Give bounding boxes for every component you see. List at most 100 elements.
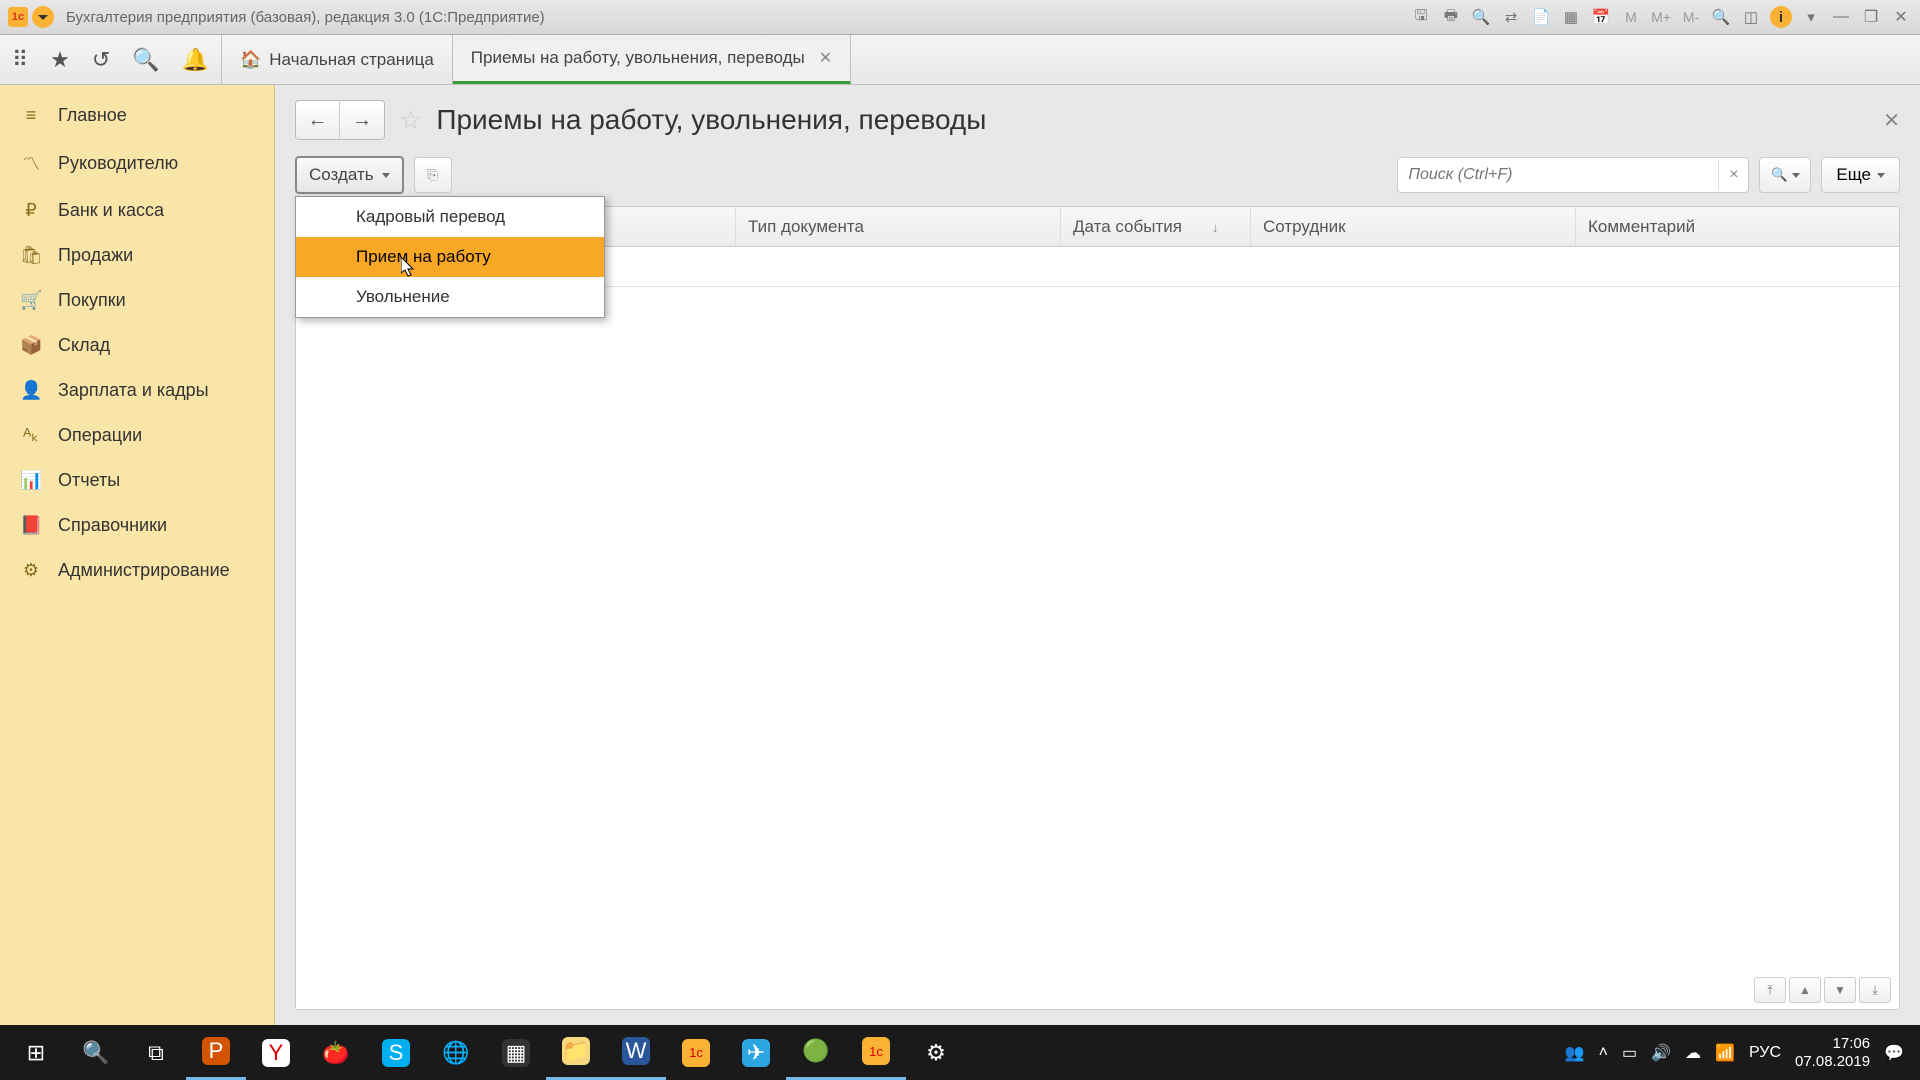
sidebar-item-bank[interactable]: ₽ Банк и касса [0,188,274,233]
dropdown-item-transfer[interactable]: Кадровый перевод [296,197,604,237]
sidebar-item-label: Справочники [58,515,167,536]
taskview-icon[interactable]: ⧉ [126,1025,186,1080]
table-nav-up[interactable]: ▲ [1789,977,1821,1003]
main-content: ← → ☆ Приемы на работу, увольнения, пере… [275,85,1920,1025]
taskbar-app-explorer[interactable]: 📁 [546,1025,606,1080]
taskbar-app-tomato[interactable]: 🍅 [306,1025,366,1080]
create-button[interactable]: Создать [295,156,404,194]
sidebar-item-label: Операции [58,425,142,446]
tray-language[interactable]: РУС [1749,1044,1781,1062]
calendar-icon[interactable]: ▦ [1560,6,1582,28]
taskbar-app-word[interactable]: W [606,1025,666,1080]
compare-icon[interactable]: ⇄ [1500,6,1522,28]
nav-back-button[interactable]: ← [296,101,340,139]
sidebar-item-directories[interactable]: 📕Справочники [0,503,274,548]
ruble-icon: ₽ [20,200,42,221]
taskbar-app-yandex[interactable]: Y [246,1025,306,1080]
taskbar-app-telegram[interactable]: ✈ [726,1025,786,1080]
date-icon[interactable]: 📅 [1590,6,1612,28]
tray-people-icon[interactable]: 👥 [1565,1043,1585,1063]
taskbar-app-skype[interactable]: S [366,1025,426,1080]
nav-forward-button[interactable]: → [340,101,384,139]
data-table: Тип документа Дата события ↓ Сотрудник Ко… [295,206,1900,1010]
favorite-toggle-icon[interactable]: ☆ [399,105,422,136]
sidebar-item-warehouse[interactable]: 📦Склад [0,323,274,368]
tab-active[interactable]: Приемы на работу, увольнения, переводы ✕ [453,35,851,84]
maximize-button[interactable]: ❐ [1860,6,1882,28]
tab-close-icon[interactable]: ✕ [819,48,832,68]
preview-icon[interactable]: 🔍 [1470,6,1492,28]
person-icon: 👤 [20,380,42,401]
history-icon[interactable]: ↺ [92,47,110,73]
sidebar-item-main[interactable]: ≡Главное [0,93,274,138]
table-column-comment[interactable]: Комментарий [1576,207,1899,246]
sidebar-item-label: Покупки [58,290,126,311]
search-icon[interactable]: 🔍 [132,47,159,73]
search-input[interactable] [1398,158,1718,192]
close-window-button[interactable]: ✕ [1890,6,1912,28]
memory-mminus-icon[interactable]: M- [1680,6,1702,28]
app-menu-dropdown[interactable] [32,6,54,28]
table-nav-down[interactable]: ▼ [1824,977,1856,1003]
tab-home[interactable]: 🏠 Начальная страница [222,35,453,84]
memory-m-icon[interactable]: M [1620,6,1642,28]
operations-icon: ᴬₖ [20,425,42,446]
help-icon[interactable]: i [1770,6,1792,28]
favorite-star-icon[interactable]: ★ [50,47,70,73]
tray-wifi-icon[interactable]: 📶 [1715,1043,1735,1063]
table-nav-top[interactable]: ⤒ [1754,977,1786,1003]
tray-network-icon[interactable]: ☁ [1685,1043,1701,1063]
table-column-eventdate[interactable]: Дата события ↓ [1061,207,1251,246]
apps-grid-icon[interactable]: ⠿ [12,47,28,73]
taskbar-app-settings[interactable]: ⚙ [906,1025,966,1080]
taskbar-app-browser[interactable]: 🌐 [426,1025,486,1080]
search-taskbar-icon[interactable]: 🔍 [66,1025,126,1080]
help-dropdown-icon[interactable]: ▾ [1800,6,1822,28]
notifications-icon[interactable]: 🔔 [182,47,209,73]
sidebar-item-label: Банк и касса [58,200,164,221]
zoom-icon[interactable]: 🔍 [1710,6,1732,28]
sidebar-item-label: Зарплата и кадры [58,380,209,401]
sort-down-icon: ↓ [1212,220,1219,235]
tray-notifications-icon[interactable]: 💬 [1884,1043,1904,1063]
copy-button[interactable]: ⎘ [414,157,452,193]
print-icon[interactable]: 🖶 [1440,6,1462,28]
sidebar-item-label: Главное [58,105,127,126]
table-column-doctype[interactable]: Тип документа [736,207,1061,246]
tray-battery-icon[interactable]: ▭ [1622,1043,1637,1063]
search-clear-button[interactable]: × [1718,160,1748,190]
table-nav-bottom[interactable]: ⤓ [1859,977,1891,1003]
sidebar-item-admin[interactable]: ⚙Администрирование [0,548,274,593]
minimize-button[interactable]: — [1830,6,1852,28]
dropdown-item-hire[interactable]: Прием на работу [296,237,604,277]
start-button[interactable]: ⊞ [6,1025,66,1080]
memory-mplus-icon[interactable]: M+ [1650,6,1672,28]
sidebar-item-label: Склад [58,335,110,356]
taskbar-app-calc[interactable]: ▦ [486,1025,546,1080]
sidebar-item-operations[interactable]: ᴬₖ Операции [0,413,274,458]
taskbar-app-1c[interactable]: 1c [846,1025,906,1080]
sidebar-item-hr[interactable]: 👤 Зарплата и кадры [0,368,274,413]
taskbar-app-powerpoint[interactable]: P [186,1025,246,1080]
taskbar-app-1c-alt[interactable]: 1c [666,1025,726,1080]
tray-clock[interactable]: 17:06 07.08.2019 [1795,1035,1870,1071]
sidebar-item-manager[interactable]: 〽Руководителю [0,138,274,188]
tray-date: 07.08.2019 [1795,1053,1870,1071]
more-button[interactable]: Еще [1821,157,1900,193]
taskbar-app-chrome[interactable]: 🟢 [786,1025,846,1080]
cart-icon: 🛒 [20,290,42,311]
panel-icon[interactable]: ◫ [1740,6,1762,28]
doc-icon[interactable]: 📄 [1530,6,1552,28]
sidebar-item-label: Руководителю [58,153,178,174]
save-icon[interactable]: 🖫 [1410,6,1432,28]
sidebar-item-reports[interactable]: 📊Отчеты [0,458,274,503]
tray-volume-icon[interactable]: 🔊 [1651,1043,1671,1063]
tray-chevron-icon[interactable]: ˄ [1599,1044,1608,1062]
table-column-label: Дата события [1073,217,1182,236]
dropdown-item-dismiss[interactable]: Увольнение [296,277,604,317]
sidebar-item-purchases[interactable]: 🛒 Покупки [0,278,274,323]
close-page-button[interactable]: ✕ [1883,108,1900,133]
table-column-employee[interactable]: Сотрудник [1251,207,1576,246]
search-dropdown-button[interactable]: 🔍 [1759,157,1811,193]
sidebar-item-sales[interactable]: 🛍Продажи [0,233,274,278]
